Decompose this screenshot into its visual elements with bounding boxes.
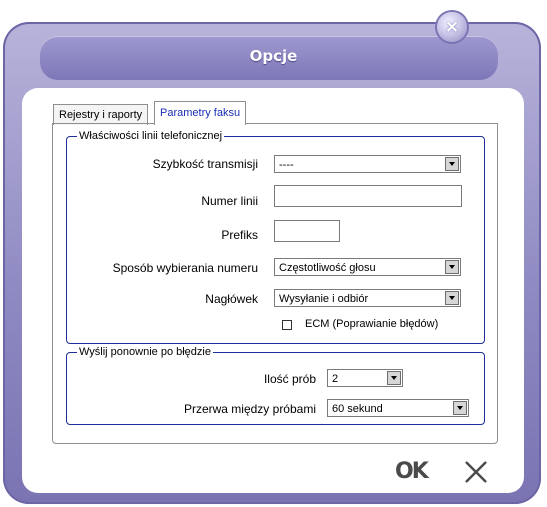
tab-rejestry-i-raporty[interactable]: Rejestry i raporty bbox=[53, 104, 149, 125]
attempts-select[interactable]: 2 bbox=[327, 369, 403, 387]
interval-value: 60 sekund bbox=[332, 403, 383, 415]
line-number-label: Numer linii bbox=[201, 194, 258, 208]
attempts-label: Ilość prób bbox=[263, 372, 316, 386]
interval-select[interactable]: 60 sekund bbox=[327, 399, 469, 417]
chevron-down-icon[interactable] bbox=[445, 260, 459, 274]
ok-button[interactable]: OK bbox=[395, 459, 429, 484]
chevron-down-icon[interactable] bbox=[445, 291, 459, 305]
header-value: Wysyłanie i odbiór bbox=[279, 293, 369, 305]
prefix-label: Prefiks bbox=[221, 228, 258, 242]
speed-label: Szybkość transmisji bbox=[152, 157, 258, 171]
close-icon[interactable]: × bbox=[437, 12, 467, 42]
ecm-checkbox[interactable] bbox=[282, 320, 292, 330]
dialog-title: Opcje bbox=[249, 47, 298, 65]
tab-parametry-faksu[interactable]: Parametry faksu bbox=[154, 101, 247, 125]
header-select[interactable]: Wysyłanie i odbiór bbox=[274, 289, 461, 307]
resend-legend: Wyślij ponownie po błędzie bbox=[79, 346, 211, 358]
chevron-down-icon[interactable] bbox=[387, 371, 401, 385]
attempts-value: 2 bbox=[332, 373, 339, 385]
dialing-select[interactable]: Częstotliwość głosu bbox=[274, 258, 461, 276]
cancel-icon[interactable] bbox=[462, 458, 490, 486]
header-label: Nagłówek bbox=[205, 292, 258, 306]
speed-value: ---- bbox=[279, 159, 294, 171]
dialing-value: Częstotliwość głosu bbox=[279, 262, 376, 274]
ecm-label: ECM (Poprawianie błędów) bbox=[305, 318, 439, 330]
chevron-down-icon[interactable] bbox=[445, 157, 459, 171]
speed-select[interactable]: ---- bbox=[274, 155, 461, 173]
line-number-input[interactable] bbox=[274, 185, 462, 207]
interval-label: Przerwa między próbami bbox=[183, 402, 316, 416]
prefix-input[interactable] bbox=[274, 220, 340, 242]
line-properties-legend: Właściwości linii telefonicznej bbox=[79, 130, 223, 142]
dialing-label: Sposób wybierania numeru bbox=[112, 261, 258, 275]
chevron-down-icon[interactable] bbox=[453, 401, 467, 415]
